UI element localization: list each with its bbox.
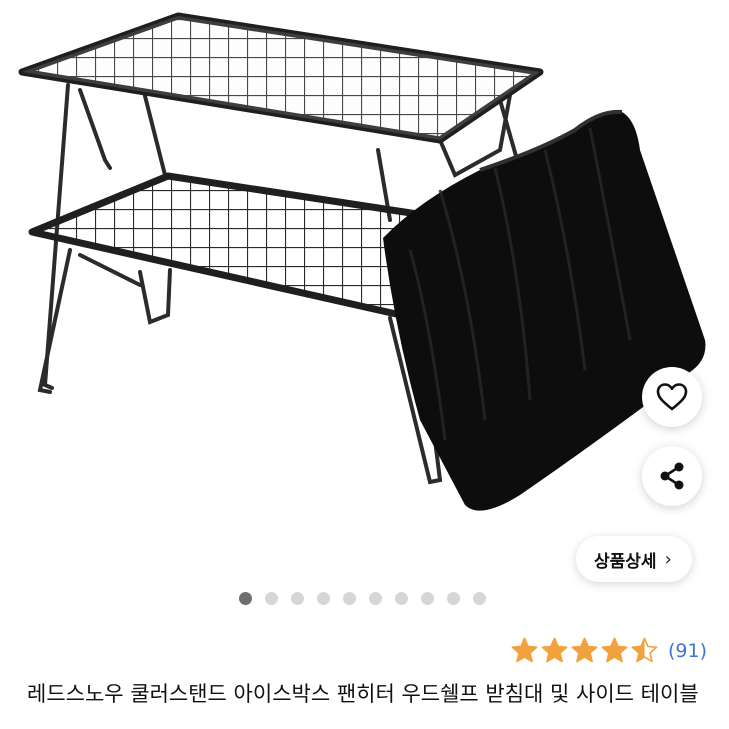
gallery-dot[interactable] xyxy=(447,592,460,605)
gallery-dot[interactable] xyxy=(395,592,408,605)
gallery-pagination xyxy=(239,592,486,605)
gallery-dot[interactable] xyxy=(265,592,278,605)
rating[interactable]: (91) xyxy=(511,637,707,664)
heart-icon xyxy=(656,383,688,411)
share-button[interactable] xyxy=(642,446,702,506)
star-full-icon xyxy=(541,637,568,663)
gallery-dot[interactable] xyxy=(317,592,330,605)
gallery-dot[interactable] xyxy=(421,592,434,605)
share-icon xyxy=(660,462,684,490)
wishlist-button[interactable] xyxy=(642,367,702,427)
product-image xyxy=(18,12,706,511)
gallery-dot[interactable] xyxy=(473,592,486,605)
product-title: 레드스노우 쿨러스탠드 아이스박스 팬히터 우드쉘프 받침대 및 사이드 테이블 xyxy=(27,682,699,706)
product-detail-button[interactable]: 상품상세 › xyxy=(576,536,692,582)
product-image-gallery[interactable] xyxy=(0,0,729,580)
gallery-dot[interactable] xyxy=(239,592,252,605)
star-full-icon xyxy=(601,637,628,663)
gallery-dot[interactable] xyxy=(291,592,304,605)
rating-stars xyxy=(511,637,658,664)
star-full-icon xyxy=(571,637,598,663)
product-detail-label: 상품상세 xyxy=(594,551,657,572)
gallery-dot[interactable] xyxy=(343,592,356,605)
star-half-icon xyxy=(631,637,658,663)
review-count[interactable]: (91) xyxy=(668,640,707,662)
chevron-right-icon: › xyxy=(664,548,672,570)
star-full-icon xyxy=(511,637,538,663)
gallery-dot[interactable] xyxy=(369,592,382,605)
